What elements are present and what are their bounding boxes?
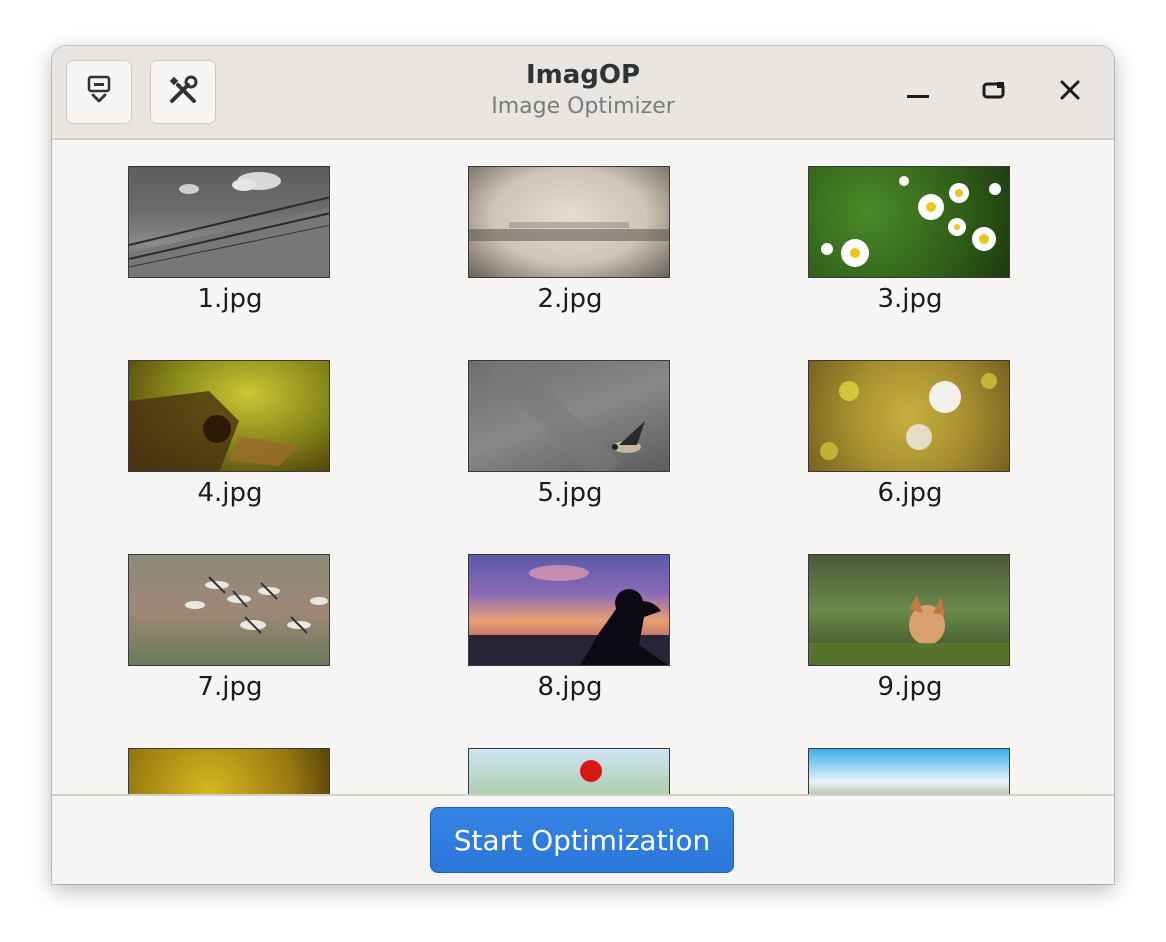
image-label: 5.jpg	[537, 478, 603, 508]
image-item[interactable]: 2.jpg	[468, 166, 672, 314]
close-button[interactable]	[1048, 70, 1092, 114]
image-thumbnail	[468, 554, 670, 666]
image-label: 3.jpg	[877, 284, 943, 314]
maximize-icon	[981, 77, 1007, 107]
image-item[interactable]: 8.jpg	[468, 554, 672, 702]
image-grid: 1.jpg 2.jpg 3.jpg 4.jpg 5.jpg 6.jpg 7.jp…	[52, 140, 1114, 794]
image-item[interactable]: 3.jpg	[808, 166, 1012, 314]
image-thumbnail	[128, 166, 330, 278]
image-thumbnail	[808, 360, 1010, 472]
image-thumbnail	[468, 748, 670, 794]
image-label: 7.jpg	[197, 672, 263, 702]
image-item[interactable]: 7.jpg	[128, 554, 332, 702]
app-window: ImagOP Image Optimizer 1.jpg 2.jpg 3.jpg…	[52, 46, 1114, 884]
window-subtitle: Image Optimizer	[491, 94, 675, 119]
header-bar: ImagOP Image Optimizer	[52, 46, 1114, 140]
image-item[interactable]: 4.jpg	[128, 360, 332, 508]
title-block: ImagOP Image Optimizer	[52, 58, 1114, 122]
image-label: 9.jpg	[877, 672, 943, 702]
image-item[interactable]	[468, 748, 672, 794]
image-thumbnail	[128, 748, 330, 794]
image-item[interactable]	[808, 748, 1012, 794]
image-label: 1.jpg	[197, 284, 263, 314]
footer-bar: Start Optimization	[52, 794, 1114, 884]
minimize-button[interactable]	[896, 70, 940, 114]
image-thumbnail	[808, 748, 1010, 794]
image-label: 2.jpg	[537, 284, 603, 314]
image-thumbnail	[468, 360, 670, 472]
minimize-icon	[905, 77, 931, 107]
image-thumbnail	[468, 166, 670, 278]
image-label: 6.jpg	[877, 478, 943, 508]
image-thumbnail	[808, 554, 1010, 666]
image-item[interactable]: 6.jpg	[808, 360, 1012, 508]
image-item[interactable]: 5.jpg	[468, 360, 672, 508]
start-optimization-button[interactable]: Start Optimization	[430, 807, 734, 873]
image-thumbnail	[808, 166, 1010, 278]
image-thumbnail	[128, 554, 330, 666]
image-item[interactable]	[128, 748, 332, 794]
image-item[interactable]: 9.jpg	[808, 554, 1012, 702]
image-thumbnail	[128, 360, 330, 472]
window-title: ImagOP	[525, 60, 641, 90]
image-item[interactable]: 1.jpg	[128, 166, 332, 314]
image-label: 8.jpg	[537, 672, 603, 702]
close-icon	[1058, 78, 1082, 106]
image-label: 4.jpg	[197, 478, 263, 508]
maximize-button[interactable]	[972, 70, 1016, 114]
